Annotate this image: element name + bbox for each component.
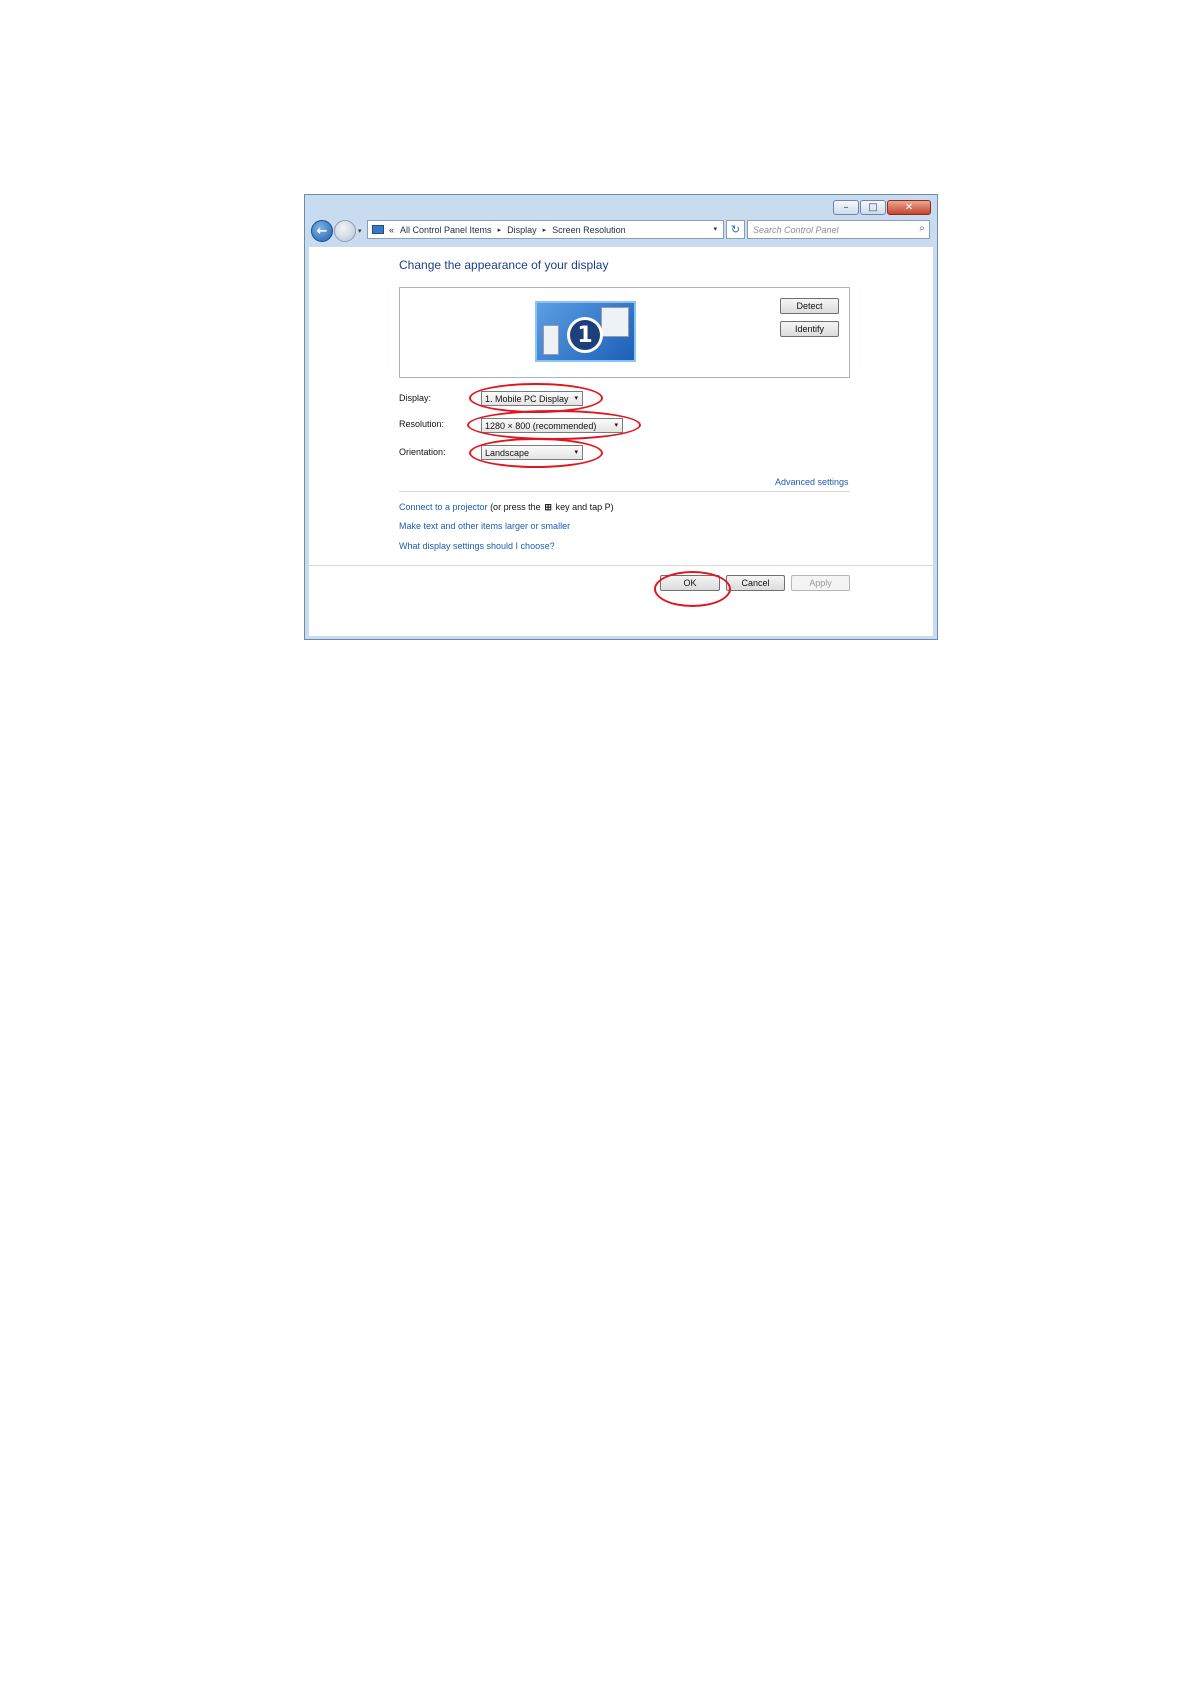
chevron-down-icon: ▾ [574, 449, 578, 456]
monitor-1-thumbnail[interactable]: 1 [535, 301, 636, 362]
search-placeholder: Search Control Panel [753, 224, 839, 235]
refresh-icon: ↻ [730, 223, 741, 236]
navigation-bar: ← ▾ « All Control Panel Items ▸ Display … [305, 217, 937, 245]
resolution-select[interactable]: 1280 × 800 (recommended) ▾ [481, 418, 623, 433]
breadcrumb-display[interactable]: Display [507, 225, 537, 235]
text-size-link[interactable]: Make text and other items larger or smal… [399, 521, 570, 531]
display-label: Display: [399, 393, 432, 403]
close-button[interactable]: ✕ [887, 200, 931, 215]
orientation-value: Landscape [485, 447, 530, 458]
refresh-button[interactable]: ↻ [726, 220, 745, 239]
breadcrumb-screen-resolution[interactable]: Screen Resolution [552, 225, 626, 235]
search-icon[interactable]: ⌕ [919, 223, 925, 234]
orientation-select[interactable]: Landscape ▾ [481, 445, 583, 460]
resolution-value: 1280 × 800 (recommended) [485, 420, 597, 431]
minimize-icon: – [843, 202, 849, 213]
display-help-link[interactable]: What display settings should I choose? [399, 541, 555, 551]
footer-divider [309, 565, 933, 566]
breadcrumb-separator-icon[interactable]: ▸ [543, 226, 547, 234]
address-bar[interactable]: « All Control Panel Items ▸ Display ▸ Sc… [367, 220, 724, 239]
projector-hint-text: (or press the [487, 502, 544, 512]
display-select[interactable]: 1. Mobile PC Display ▾ [481, 391, 583, 406]
window-thumbnail-icon [601, 307, 629, 337]
caption-buttons: – □ ✕ [832, 200, 931, 215]
window-thumbnail-icon [543, 325, 559, 355]
ok-button[interactable]: OK [660, 575, 720, 591]
content-pane: Change the appearance of your display 1 … [309, 247, 933, 636]
orientation-label: Orientation: [399, 447, 446, 457]
projector-hint-text-end: key and tap P) [553, 502, 614, 512]
advanced-settings-link[interactable]: Advanced settings [775, 477, 849, 487]
display-value: 1. Mobile PC Display [485, 393, 569, 404]
screen-resolution-window: – □ ✕ ← ▾ « All Control Panel Items ▸ Di… [304, 194, 938, 640]
identify-button[interactable]: Identify [780, 321, 839, 337]
back-button[interactable]: ← [311, 220, 333, 242]
overflow-chevron[interactable]: « [389, 225, 394, 235]
chevron-down-icon: ▾ [614, 422, 618, 429]
monitor-number-badge: 1 [567, 317, 603, 353]
control-panel-icon [372, 225, 384, 234]
chevron-down-icon: ▾ [358, 227, 362, 235]
windows-key-icon: ⊞ [544, 502, 552, 512]
chevron-down-icon: ▾ [574, 395, 578, 402]
apply-button[interactable]: Apply [791, 575, 850, 591]
maximize-icon: □ [868, 202, 878, 213]
back-arrow-icon: ← [316, 223, 328, 239]
close-icon: ✕ [904, 202, 914, 213]
connect-projector-link[interactable]: Connect to a projector [399, 502, 488, 512]
detect-button[interactable]: Detect [780, 298, 839, 314]
search-input[interactable]: Search Control Panel ⌕ [747, 220, 930, 239]
minimize-button[interactable]: – [833, 200, 859, 215]
page-title: Change the appearance of your display [399, 258, 609, 272]
address-dropdown-icon[interactable]: ▾ [713, 225, 717, 233]
resolution-label: Resolution: [399, 419, 445, 429]
divider [399, 491, 850, 492]
maximize-button[interactable]: □ [860, 200, 886, 215]
recent-pages-dropdown[interactable]: ▾ [358, 227, 362, 235]
display-preview: 1 Detect Identify [399, 287, 850, 378]
cancel-button[interactable]: Cancel [726, 575, 785, 591]
breadcrumb-all-control-panel-items[interactable]: All Control Panel Items [400, 225, 492, 235]
projector-line: Connect to a projector (or press the ⊞ k… [399, 502, 614, 513]
forward-button[interactable] [334, 220, 356, 242]
title-bar[interactable]: – □ ✕ [305, 195, 937, 217]
breadcrumb-separator-icon[interactable]: ▸ [498, 226, 502, 234]
